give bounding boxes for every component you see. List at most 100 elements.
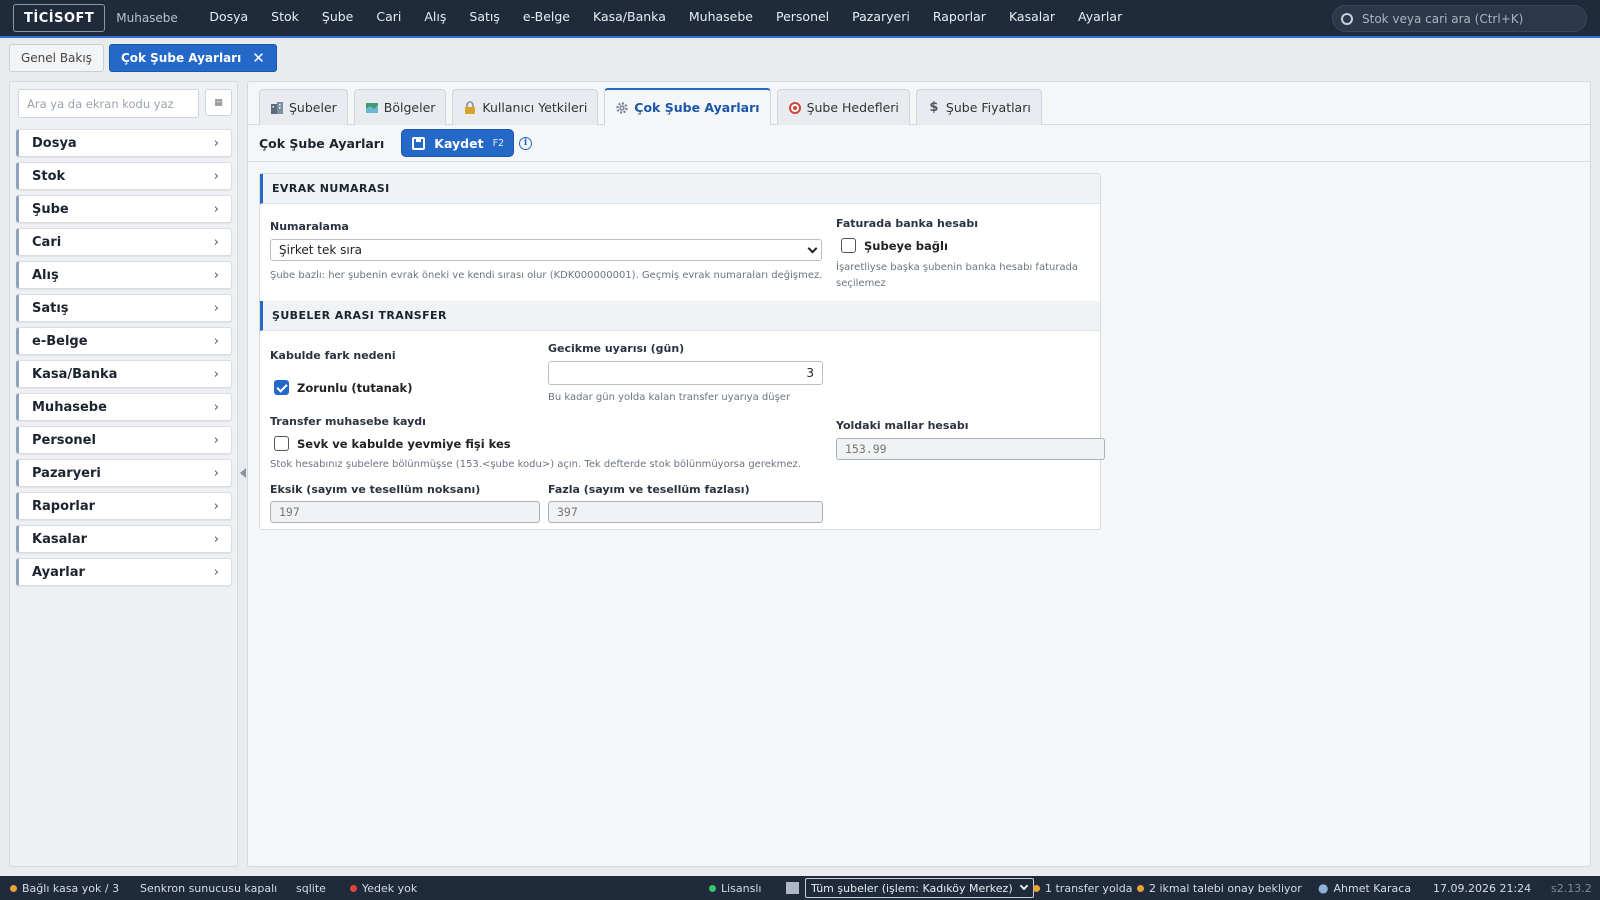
sidebar-item-ayarlar[interactable]: Ayarlar › xyxy=(16,558,232,586)
section-tabs: Şubeler Bölgeler Kullanıcı Yetkileri Çok… xyxy=(248,82,1590,125)
menu-kasa-banka[interactable]: Kasa/Banka xyxy=(582,0,678,37)
chevron-right-icon: › xyxy=(213,498,219,514)
info-icon[interactable]: i xyxy=(519,136,533,150)
fark-nedeni-label: Kabulde fark nedeni xyxy=(270,349,396,362)
sidebar-item-personel[interactable]: Personel › xyxy=(16,426,232,454)
chevron-right-icon: › xyxy=(213,135,219,151)
status-dot xyxy=(709,884,716,892)
dollar-icon: $ xyxy=(929,99,939,115)
tab-label: Çok Şube Ayarları xyxy=(634,100,760,115)
menu-satis[interactable]: Satış xyxy=(458,0,511,37)
lock-icon xyxy=(465,100,476,114)
tab-kullanici-yetkileri[interactable]: Kullanıcı Yetkileri xyxy=(452,89,599,125)
user-icon: ● xyxy=(1318,881,1329,895)
menu-pazaryeri[interactable]: Pazaryeri xyxy=(841,0,922,37)
checkbox-unchecked[interactable] xyxy=(841,238,856,253)
sidebar-item-label: Dosya xyxy=(32,135,77,151)
menu-personel[interactable]: Personel xyxy=(764,0,840,37)
menu-raporlar[interactable]: Raporlar xyxy=(921,0,997,37)
tab-cok-sube-ayarlari[interactable]: Çok Şube Ayarları xyxy=(604,88,771,125)
menu-muhasebe[interactable]: Muhasebe xyxy=(677,0,764,37)
status-transfer[interactable]: 1 transfer yolda xyxy=(1033,876,1132,900)
zorunlu-tutanak-checkbox[interactable]: Zorunlu (tutanak) xyxy=(274,380,412,395)
yevmiye-fisi-checkbox[interactable]: Sevk ve kabulde yevmiye fişi kes xyxy=(274,436,511,451)
sidebar-item-label: Personel xyxy=(32,432,96,448)
numaralama-select[interactable]: Şirket tek sıra xyxy=(270,239,822,261)
sidebar-item-label: Kasalar xyxy=(32,531,87,547)
main-panel: Şubeler Bölgeler Kullanıcı Yetkileri Çok… xyxy=(247,81,1591,867)
status-bar: Bağlı kasa yok / 3 Senkron sunucusu kapa… xyxy=(0,876,1600,900)
sidebar-item-e-belge[interactable]: e-Belge › xyxy=(16,327,232,355)
menu-e-belge[interactable]: e-Belge xyxy=(511,0,581,37)
main-menu: Dosya Stok Şube Cari Alış Satış e-Belge … xyxy=(198,0,1134,37)
chevron-down-icon xyxy=(807,243,818,254)
tab-label: Kullanıcı Yetkileri xyxy=(482,100,588,115)
sidebar-item-satis[interactable]: Satış › xyxy=(16,294,232,322)
tab-sube-fiyatlari[interactable]: $ Şube Fiyatları xyxy=(915,89,1042,125)
search-icon xyxy=(1341,12,1353,25)
menu-cari[interactable]: Cari xyxy=(365,0,413,37)
status-dot xyxy=(1033,884,1040,892)
save-button-label: Kaydet xyxy=(434,135,484,151)
checkbox-checked[interactable] xyxy=(274,380,289,395)
gecikme-input[interactable] xyxy=(548,361,823,385)
sidebar-item-cari[interactable]: Cari › xyxy=(16,228,232,256)
sidebar-collapse-handle[interactable] xyxy=(240,468,246,478)
sidebar-item-dosya[interactable]: Dosya › xyxy=(16,129,232,157)
status-ikmal[interactable]: 2 ikmal talebi onay bekliyor xyxy=(1137,876,1302,900)
numaralama-label: Numaralama xyxy=(270,220,349,233)
chevron-right-icon: › xyxy=(213,168,219,184)
sidebar-item-sube[interactable]: Şube › xyxy=(16,195,232,223)
page-tab-cok-sube-ayarlari[interactable]: Çok Şube Ayarları ✕ xyxy=(108,44,277,72)
menu-sube[interactable]: Şube xyxy=(310,0,364,37)
menu-ayarlar[interactable]: Ayarlar xyxy=(1067,0,1134,37)
yevmiye-fisi-label: Sevk ve kabulde yevmiye fişi kes xyxy=(297,436,511,451)
save-button[interactable]: Kaydet F2 xyxy=(401,129,515,157)
sidebar-item-pazaryeri[interactable]: Pazaryeri › xyxy=(16,459,232,487)
grid-view-icon[interactable]: ▦ xyxy=(205,89,232,116)
status-db: sqlite xyxy=(296,881,326,895)
settings-card: EVRAK NUMARASI Numaralama Şirket tek sır… xyxy=(259,173,1105,530)
tab-subeler[interactable]: Şubeler xyxy=(259,89,348,125)
chevron-down-icon xyxy=(1019,881,1028,891)
sidebar-item-label: Alış xyxy=(32,267,59,283)
global-search[interactable] xyxy=(1332,5,1587,32)
status-user[interactable]: ● Ahmet Karaca xyxy=(1318,876,1411,900)
sidebar-item-raporlar[interactable]: Raporlar › xyxy=(16,492,232,520)
banka-hesabi-label: Faturada banka hesabı xyxy=(836,217,978,230)
sidebar-item-stok[interactable]: Stok › xyxy=(16,162,232,190)
sidebar-item-alis[interactable]: Alış › xyxy=(16,261,232,289)
page-tab-genel-bakis[interactable]: Genel Bakış xyxy=(9,44,104,72)
subeye-bagli-checkbox[interactable]: Şubeye bağlı xyxy=(841,238,948,253)
status-user-text: Ahmet Karaca xyxy=(1333,881,1412,895)
sidebar-item-label: Satış xyxy=(32,300,69,316)
floppy-disk-icon xyxy=(412,136,426,150)
sidebar-item-kasalar[interactable]: Kasalar › xyxy=(16,525,232,553)
sidebar-item-kasa-banka[interactable]: Kasa/Banka › xyxy=(16,360,232,388)
checkbox-unchecked[interactable] xyxy=(274,436,289,451)
sidebar-item-muhasebe[interactable]: Muhasebe › xyxy=(16,393,232,421)
status-dot xyxy=(350,884,357,892)
global-search-input[interactable] xyxy=(1362,11,1572,26)
toolbar: Çok Şube Ayarları Kaydet F2 i xyxy=(248,125,1590,162)
chevron-right-icon: › xyxy=(213,432,219,448)
sidebar-search-input[interactable] xyxy=(18,89,199,118)
sube-select[interactable]: Tüm şubeler (işlem: Kadıköy Merkez) xyxy=(805,878,1034,898)
app-logo[interactable]: TİCİSOFT xyxy=(13,4,106,32)
tab-bolgeler[interactable]: Bölgeler xyxy=(353,89,447,125)
eksik-label: Eksik (sayım ve tesellüm noksanı) xyxy=(270,483,481,496)
banka-hint-line2: seçilemez xyxy=(836,278,886,289)
eksik-input[interactable] xyxy=(270,501,540,523)
status-kasa: Bağlı kasa yok / 3 xyxy=(10,876,119,900)
menu-kasalar[interactable]: Kasalar xyxy=(997,0,1066,37)
chevron-right-icon: › xyxy=(213,465,219,481)
menu-alis[interactable]: Alış xyxy=(413,0,458,37)
fazla-input[interactable] xyxy=(548,501,823,523)
menu-dosya[interactable]: Dosya xyxy=(198,0,260,37)
tab-sube-hedefleri[interactable]: Şube Hedefleri xyxy=(776,89,910,125)
yoldaki-mallar-input[interactable] xyxy=(836,438,1105,460)
close-icon[interactable]: ✕ xyxy=(252,50,265,66)
sidebar-item-label: Kasa/Banka xyxy=(32,366,118,382)
banka-hint-line1: İşaretliyse başka şubenin banka hesabı f… xyxy=(836,262,1079,273)
menu-stok[interactable]: Stok xyxy=(260,0,311,37)
